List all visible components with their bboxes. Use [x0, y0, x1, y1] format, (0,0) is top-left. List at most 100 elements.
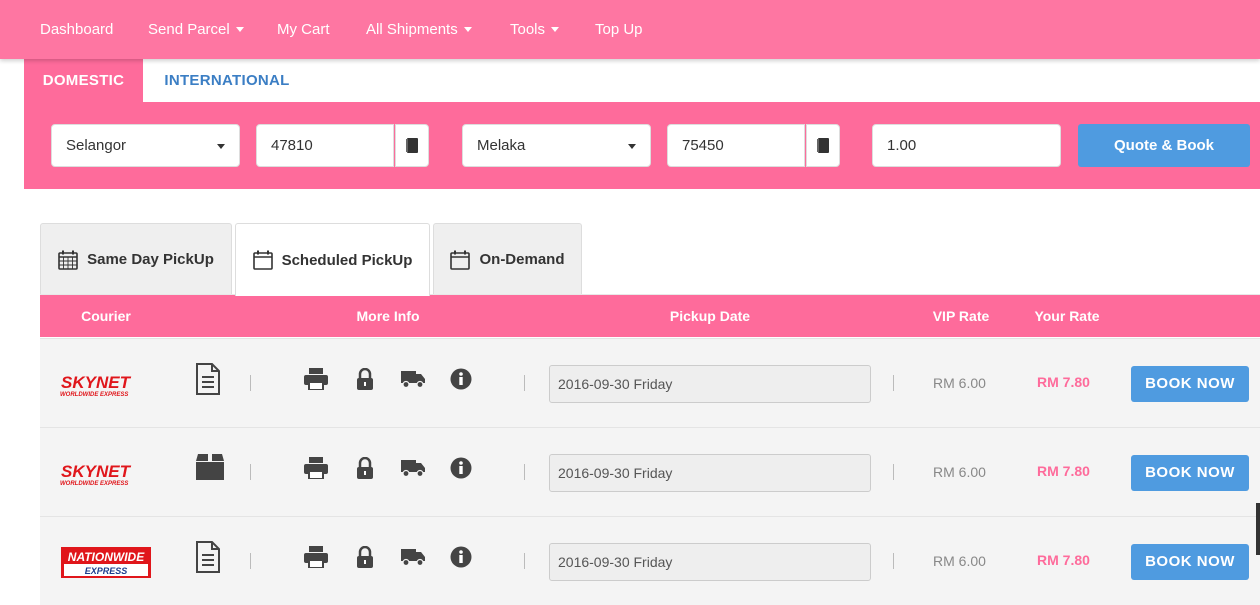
address-book-icon — [817, 138, 829, 153]
truck-icon[interactable] — [401, 370, 425, 388]
book-now-button[interactable]: BOOK NOW — [1131, 544, 1249, 580]
to-state-select[interactable]: Melaka — [462, 124, 651, 167]
truck-icon[interactable] — [401, 548, 425, 566]
truck-icon[interactable] — [401, 459, 425, 477]
nav-send-parcel[interactable]: Send Parcel — [148, 0, 244, 59]
table-row: SKYNET WORLDWIDE EXPRESS 2016-09-30 Frid… — [40, 427, 1260, 516]
nav-top-up-label: Top Up — [595, 21, 643, 38]
pickup-date-value: 2016-09-30 Friday — [558, 465, 673, 481]
table-row: NATIONWIDE EXPRESS 2016-09-30 Friday RM … — [40, 516, 1260, 605]
book-now-button[interactable]: BOOK NOW — [1131, 366, 1249, 402]
book-now-button[interactable]: BOOK NOW — [1131, 455, 1249, 491]
nav-send-parcel-label: Send Parcel — [148, 21, 230, 38]
from-postcode-input[interactable]: 47810 — [256, 124, 394, 167]
lock-icon[interactable] — [356, 457, 374, 479]
lock-icon[interactable] — [356, 546, 374, 568]
quote-panel: DOMESTIC INTERNATIONAL Selangor 47810 Me… — [24, 59, 1260, 189]
tab-domestic[interactable]: DOMESTIC — [24, 59, 143, 102]
calendar-icon — [252, 250, 273, 270]
nav-tools-label: Tools — [510, 21, 546, 38]
scrollbar-thumb[interactable] — [1256, 503, 1260, 555]
top-navbar: Dashboard Send Parcel My Cart All Shipme… — [0, 0, 1260, 59]
document-icon — [196, 541, 220, 573]
from-state-value: Selangor — [66, 137, 127, 154]
from-postcode-value: 47810 — [271, 137, 313, 154]
your-rate: RM 7.80 — [1037, 463, 1090, 479]
skynet-logo: SKYNET WORLDWIDE EXPRESS — [60, 462, 132, 487]
pickup-date-field[interactable]: 2016-09-30 Friday — [549, 454, 871, 492]
tab-international[interactable]: INTERNATIONAL — [143, 59, 311, 102]
column-divider — [893, 553, 894, 569]
col-more-info: More Info — [356, 308, 420, 324]
to-postcode-lookup-button[interactable] — [806, 124, 840, 167]
chevron-down-icon — [628, 144, 636, 149]
col-vip-rate: VIP Rate — [932, 308, 990, 324]
to-postcode-value: 75450 — [682, 137, 724, 154]
vip-rate: RM 6.00 — [933, 464, 986, 480]
column-divider — [893, 464, 894, 480]
nav-all-shipments[interactable]: All Shipments — [366, 0, 472, 59]
nationwide-express-logo: NATIONWIDE EXPRESS — [61, 547, 151, 578]
column-divider — [893, 375, 894, 391]
table-row: SKYNET WORLDWIDE EXPRESS 2016-09-30 Frid… — [40, 338, 1260, 427]
svg-text:WORLDWIDE EXPRESS: WORLDWIDE EXPRESS — [60, 392, 128, 398]
document-icon — [196, 363, 220, 395]
nav-dashboard-label: Dashboard — [40, 21, 114, 38]
nav-dashboard[interactable]: Dashboard — [40, 0, 113, 59]
svg-text:WORLDWIDE EXPRESS: WORLDWIDE EXPRESS — [60, 481, 128, 487]
tab-same-day-pickup-label: Same Day PickUp — [87, 251, 214, 268]
col-pickup-date: Pickup Date — [669, 308, 751, 324]
printer-icon[interactable] — [304, 368, 328, 390]
info-icon[interactable] — [450, 457, 472, 479]
nav-all-shipments-label: All Shipments — [366, 21, 458, 38]
box-icon — [196, 454, 224, 480]
column-divider — [250, 375, 251, 391]
info-icon[interactable] — [450, 546, 472, 568]
caret-down-icon — [235, 27, 244, 32]
nav-top-up[interactable]: Top Up — [595, 0, 643, 59]
column-divider — [524, 464, 525, 480]
info-icon[interactable] — [450, 368, 472, 390]
column-divider — [250, 464, 251, 480]
address-book-icon — [406, 138, 418, 153]
pickup-date-value: 2016-09-30 Friday — [558, 376, 673, 392]
from-state-select[interactable]: Selangor — [51, 124, 240, 167]
from-postcode-lookup-button[interactable] — [395, 124, 429, 167]
column-divider — [250, 553, 251, 569]
skynet-logo: SKYNET WORLDWIDE EXPRESS — [60, 373, 132, 398]
tab-scheduled-pickup-label: Scheduled PickUp — [281, 251, 413, 269]
to-postcode-input[interactable]: 75450 — [667, 124, 805, 167]
to-state-value: Melaka — [477, 137, 526, 154]
weight-input[interactable]: 1.00 — [872, 124, 1061, 167]
tab-same-day-pickup[interactable]: Same Day PickUp — [40, 223, 232, 295]
calendar-icon — [58, 250, 78, 270]
tab-on-demand[interactable]: On-Demand — [433, 223, 582, 295]
svg-text:SKYNET: SKYNET — [61, 373, 132, 392]
tab-on-demand-label: On-Demand — [479, 251, 565, 268]
rates-table-header: Courier More Info Pickup Date VIP Rate Y… — [40, 294, 1260, 337]
pickup-date-field[interactable]: 2016-09-30 Friday — [549, 365, 871, 403]
nav-tools[interactable]: Tools — [510, 0, 560, 59]
nav-my-cart-label: My Cart — [277, 21, 330, 38]
calendar-icon — [450, 250, 471, 270]
quote-and-book-button[interactable]: Quote & Book — [1078, 124, 1250, 167]
lock-icon[interactable] — [356, 368, 374, 390]
printer-icon[interactable] — [304, 457, 328, 479]
nav-my-cart[interactable]: My Cart — [277, 0, 330, 59]
caret-down-icon — [551, 27, 560, 32]
tab-strip-background — [311, 59, 1260, 102]
pickup-date-field[interactable]: 2016-09-30 Friday — [549, 543, 871, 581]
printer-icon[interactable] — [304, 546, 328, 568]
vip-rate: RM 6.00 — [933, 553, 986, 569]
chevron-down-icon — [217, 144, 225, 149]
col-your-rate: Your Rate — [1034, 308, 1100, 324]
col-courier: Courier — [81, 308, 131, 324]
your-rate: RM 7.80 — [1037, 374, 1090, 390]
pickup-date-value: 2016-09-30 Friday — [558, 554, 673, 570]
tab-scheduled-pickup[interactable]: Scheduled PickUp — [235, 223, 430, 296]
caret-down-icon — [463, 27, 472, 32]
your-rate: RM 7.80 — [1037, 552, 1090, 568]
svg-text:NATIONWIDE: NATIONWIDE — [68, 550, 145, 564]
svg-text:EXPRESS: EXPRESS — [85, 566, 128, 576]
vip-rate: RM 6.00 — [933, 375, 986, 391]
